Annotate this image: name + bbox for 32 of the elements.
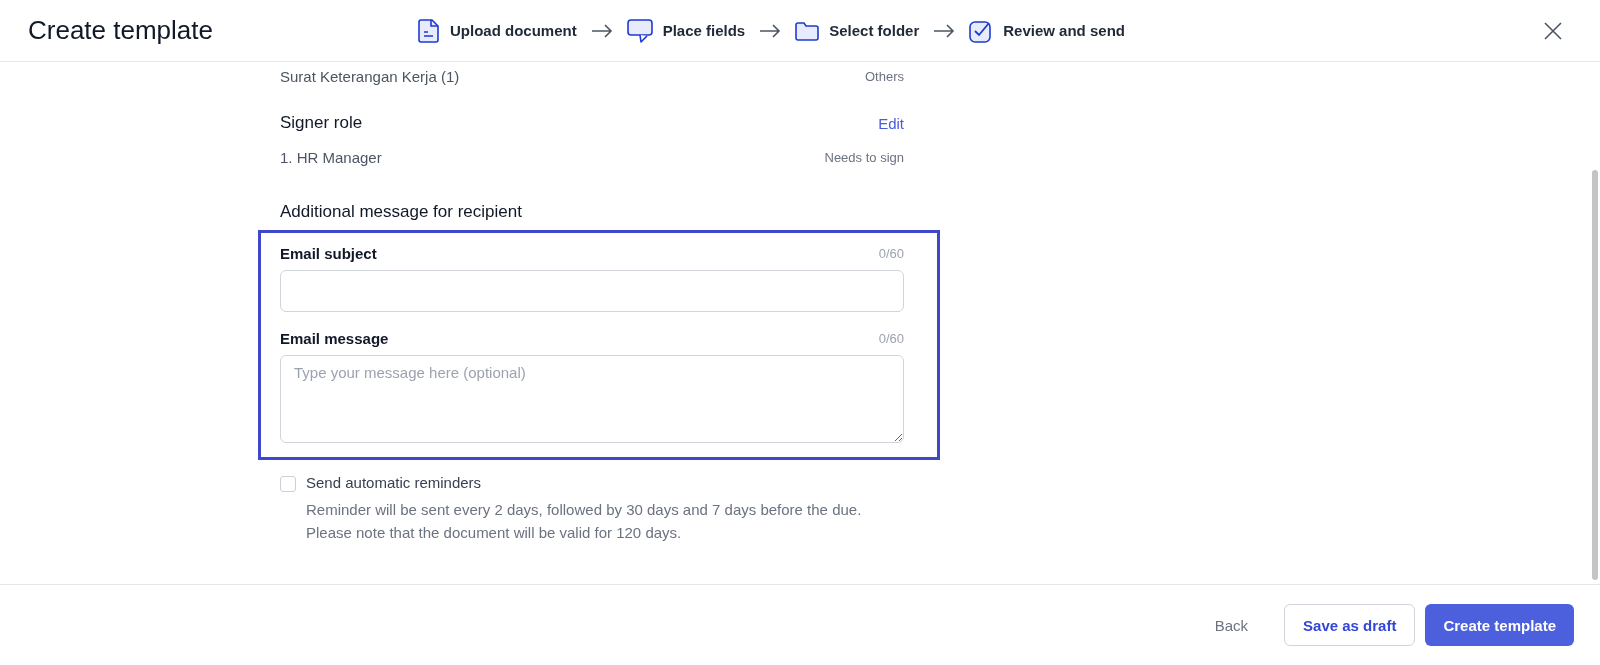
signer-role: Needs to sign: [824, 150, 904, 165]
arrow-right-icon: [933, 23, 956, 38]
step-label: Upload document: [450, 22, 577, 39]
message-field[interactable]: Type your message here (optional): [280, 355, 904, 443]
arrow-right-icon: [759, 23, 782, 38]
checkbox[interactable]: [280, 476, 296, 492]
save-draft-button[interactable]: Save as draft: [1284, 604, 1416, 646]
step-label: Place fields: [662, 22, 746, 39]
page-title: Create template: [28, 15, 214, 46]
step-label: Select folder: [829, 22, 920, 39]
character-counter: 0/60: [878, 331, 904, 346]
checkbox-checked-icon: [969, 18, 994, 43]
document-category: Others: [865, 69, 904, 84]
edit-link[interactable]: Edit: [878, 114, 904, 132]
document-icon: [418, 18, 440, 43]
field-label: Email message: [280, 330, 389, 347]
reminder-description: Reminder will be sent every 2 days, followed by 30 days and 7 days before the due. Please note that the document will be valid for 120 days.: [306, 500, 863, 543]
section-title: Additional message for recipient: [280, 202, 523, 222]
speech-bubble-icon: [626, 18, 653, 43]
checkbox-label: Send automatic reminders: [306, 474, 482, 491]
document-name: Surat Keterangan Kerja (1): [280, 68, 460, 85]
create-template-button[interactable]: Create template: [1425, 604, 1574, 646]
folder-icon: [795, 20, 820, 41]
input-field[interactable]: [280, 270, 904, 312]
character-counter: 0/60: [878, 246, 904, 261]
step-label: Review and send: [1003, 22, 1125, 39]
back-button[interactable]: Back: [1188, 604, 1275, 646]
signer-name: 1. HR Manager: [280, 149, 382, 166]
close-icon[interactable]: [1544, 21, 1562, 40]
section-title: Signer role: [280, 113, 363, 133]
field-label: Email subject: [280, 245, 377, 262]
arrow-right-icon: [590, 23, 613, 38]
